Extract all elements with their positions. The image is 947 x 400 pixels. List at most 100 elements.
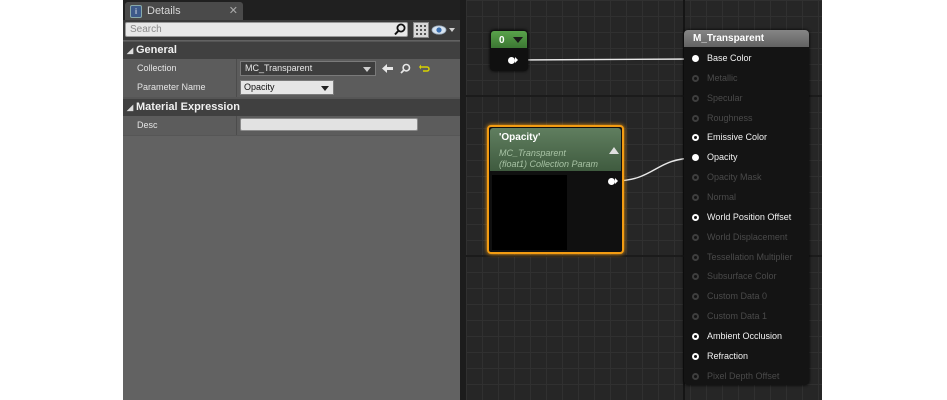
input-pin[interactable] [692, 293, 699, 301]
grid-icon [416, 25, 426, 35]
category-material-expression-label: Material Expression [136, 101, 240, 113]
property-row-parameter-name: Parameter Name Opacity [123, 78, 460, 98]
input-pin-label: Ambient Occlusion [707, 330, 783, 341]
material-input-opacity[interactable]: Opacity [684, 149, 809, 169]
expand-arrow-icon: ◢ [127, 103, 134, 112]
material-input-emissive-color[interactable]: Emissive Color [684, 129, 809, 149]
input-pin-label: Pixel Depth Offset [707, 370, 780, 381]
input-pin[interactable] [692, 372, 699, 380]
node-preview [492, 175, 567, 250]
material-input-opacity-mask[interactable]: Opacity Mask [684, 169, 809, 189]
material-input-custom-data-0[interactable]: Custom Data 0 [684, 288, 809, 308]
input-pin[interactable] [692, 193, 699, 201]
input-pin-label: Custom Data 1 [707, 311, 768, 322]
input-pin[interactable] [692, 154, 699, 162]
input-pin[interactable] [692, 174, 699, 182]
material-input-roughness[interactable]: Roughness [684, 110, 809, 130]
input-pin[interactable] [692, 94, 699, 102]
input-pin-label: Refraction [707, 350, 749, 361]
category-general[interactable]: ◢ General [123, 41, 460, 60]
material-input-pixel-depth-offset[interactable]: Pixel Depth Offset [684, 368, 809, 388]
parameter-node-title: 'Opacity' [499, 132, 541, 143]
search-input[interactable] [125, 22, 408, 37]
input-pin[interactable] [692, 352, 699, 360]
output-pin-arrow-icon [515, 57, 518, 63]
material-input-custom-data-1[interactable]: Custom Data 1 [684, 308, 809, 328]
collection-parameter-node[interactable]: 'Opacity' MC_Transparent (float1) Collec… [487, 125, 624, 254]
material-input-world-position-offset[interactable]: World Position Offset [684, 209, 809, 229]
material-result-node[interactable]: M_Transparent Base Color Metallic Specular… [684, 30, 809, 385]
input-pin-label: World Position Offset [707, 211, 792, 222]
input-pin[interactable] [692, 233, 699, 241]
input-pin[interactable] [692, 134, 699, 142]
material-node-header: M_Transparent [684, 30, 809, 47]
constant-value: 0 [499, 35, 505, 46]
chevron-down-icon[interactable] [513, 37, 523, 43]
material-input-refraction[interactable]: Refraction [684, 348, 809, 368]
material-input-base-color[interactable]: Base Color [684, 50, 809, 70]
input-pin-label: Specular [707, 92, 743, 103]
column-splitter[interactable] [236, 59, 237, 78]
property-row-desc: Desc [123, 116, 460, 136]
input-pin-label: Emissive Color [707, 132, 768, 143]
parameter-name-value: Opacity [244, 82, 275, 92]
collection-asset-combo[interactable]: MC_Transparent [240, 61, 376, 76]
output-pin[interactable] [508, 57, 515, 64]
desc-label: Desc [137, 120, 158, 130]
material-input-ambient-occlusion[interactable]: Ambient Occlusion [684, 328, 809, 348]
input-pin[interactable] [692, 213, 699, 221]
parameter-name-dropdown[interactable]: Opacity [240, 80, 334, 95]
use-selected-arrow-icon[interactable] [382, 63, 393, 74]
browse-search-icon[interactable] [400, 63, 411, 74]
material-input-normal[interactable]: Normal [684, 189, 809, 209]
tab-details[interactable]: i Details ✕ [125, 2, 243, 20]
collection-value: MC_Transparent [245, 63, 313, 73]
parameter-node-subtitle-line: MC_Transparent [499, 148, 566, 158]
material-input-tessellation-multiplier[interactable]: Tessellation Multiplier [684, 249, 809, 269]
close-icon[interactable]: ✕ [229, 2, 238, 20]
material-input-metallic[interactable]: Metallic [684, 70, 809, 90]
input-pin-label: Tessellation Multiplier [707, 251, 793, 262]
material-input-world-displacement[interactable]: World Displacement [684, 229, 809, 249]
output-pin-arrow-icon [615, 178, 618, 184]
input-pin[interactable] [692, 332, 699, 340]
tab-strip: i Details ✕ [123, 0, 460, 20]
column-splitter[interactable] [236, 78, 237, 97]
parameter-node-subtitle-line: (float1) Collection Param [499, 159, 599, 169]
collection-parameter-header: 'Opacity' MC_Transparent (float1) Collec… [490, 128, 621, 171]
wire-constant-to-base-color [513, 58, 697, 61]
input-pin[interactable] [692, 114, 699, 122]
input-pin[interactable] [692, 253, 699, 261]
reset-to-default-icon[interactable] [419, 63, 430, 74]
material-graph-canvas[interactable]: 0 'Opacity' MC_Transparent (float1) Coll… [466, 0, 822, 400]
collection-label: Collection [137, 63, 177, 73]
collapse-arrow-icon[interactable] [609, 147, 619, 154]
input-pin-label: Opacity Mask [707, 172, 762, 183]
input-pin-label: Subsurface Color [707, 271, 777, 282]
view-options-button[interactable] [413, 22, 429, 38]
eye-icon[interactable] [431, 22, 457, 38]
constant-node[interactable]: 0 [490, 30, 528, 71]
input-pin-label: Roughness [707, 112, 753, 123]
desc-text-field[interactable] [240, 118, 418, 131]
material-input-specular[interactable]: Specular [684, 90, 809, 110]
chevron-down-icon [321, 86, 329, 91]
expand-arrow-icon: ◢ [127, 46, 134, 55]
column-splitter[interactable] [236, 116, 237, 135]
input-pin[interactable] [692, 74, 699, 82]
input-pin[interactable] [692, 55, 699, 62]
chevron-down-icon [363, 67, 371, 72]
category-material-expression[interactable]: ◢ Material Expression [123, 98, 460, 117]
material-input-subsurface-color[interactable]: Subsurface Color [684, 268, 809, 288]
input-pin-label: Opacity [707, 152, 738, 163]
input-pin[interactable] [692, 313, 699, 321]
details-panel: i Details ✕ ◢ General [123, 0, 460, 400]
parameter-node-subtitle: MC_Transparent (float1) Collection Param [499, 148, 598, 170]
search-icon[interactable] [394, 23, 406, 36]
constant-node-header: 0 [491, 31, 527, 48]
input-pin[interactable] [692, 273, 699, 281]
output-pin[interactable] [608, 178, 615, 185]
parameter-name-label: Parameter Name [137, 82, 206, 92]
input-pin-label: Normal [707, 191, 737, 202]
input-pin-label: Base Color [707, 53, 752, 63]
